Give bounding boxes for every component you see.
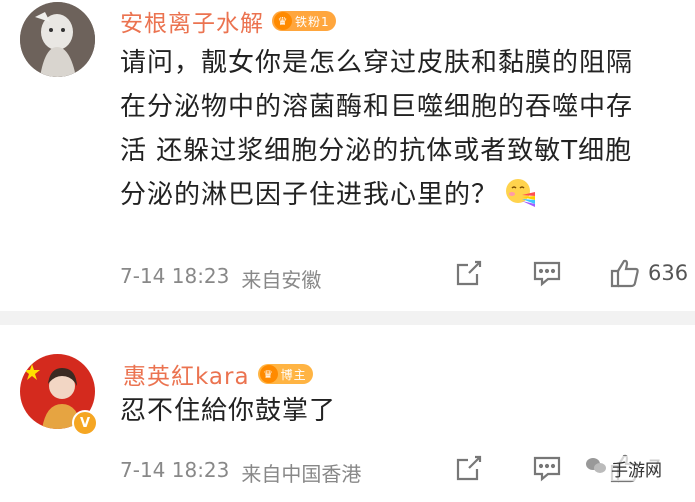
wechat-icon [585,457,607,480]
location: 来自中国香港 [241,462,362,486]
comment-text: 忍不住給你鼓掌了 [120,389,680,433]
username[interactable]: 惠英紅kara ♛ 博主 [123,357,313,391]
rainbow-vomit-emoji-icon [504,177,536,209]
like-count: 636 [648,261,689,285]
comment-line: 活 还躲过浆细胞分泌的抗体或者致敏T细胞 [120,136,633,166]
timestamp: 7-14 18:23 [120,264,230,288]
blogger-badge[interactable]: ♛ 博主 [257,364,313,384]
like-icon[interactable] [608,256,642,290]
comment-meta: 7-14 18:23 来自安徽 [120,264,321,293]
comment-divider [0,311,695,325]
username[interactable]: 安根离子水解 ♛ 铁粉1 [120,4,336,38]
fan-badge[interactable]: ♛ 铁粉1 [272,11,336,31]
badge-label: 铁粉1 [295,14,330,29]
comment-icon[interactable] [530,256,564,290]
comment-line: 请问，靓女你是怎么穿过皮肤和黏膜的阻隔 [120,48,634,78]
comment-line: 忍不住給你鼓掌了 [120,396,337,426]
avatar[interactable] [20,2,95,77]
username-text[interactable]: 安根离子水解 [120,4,264,38]
comment-actions: 636 [452,256,688,290]
comment-line: 在分泌物中的溶菌酶和巨噬细胞的吞噬中存 [120,92,634,122]
badge-label: 博主 [280,367,307,382]
comment-text: 请问，靓女你是怎么穿过皮肤和黏膜的阻隔 在分泌物中的溶菌酶和巨噬细胞的吞噬中存 … [120,41,680,217]
comment-icon[interactable] [530,451,564,485]
comment-line: 分泌的淋巴因子住进我心里的？ [120,173,680,217]
comment-card: 安根离子水解 ♛ 铁粉1 请问，靓女你是怎么穿过皮肤和黏膜的阻隔 在分泌物中的溶… [0,0,695,311]
share-icon[interactable] [452,256,486,290]
location: 来自安徽 [241,268,322,292]
username-text[interactable]: 惠英紅kara [123,357,250,391]
crown-icon: ♛ [274,12,292,30]
verified-badge-icon: V [72,410,98,436]
crown-icon: ♛ [259,365,278,383]
share-icon[interactable] [452,451,486,485]
watermark: 手游网 [585,456,662,481]
comment-meta: 7-14 18:23 来自中国香港 [120,458,361,487]
watermark-text: 手游网 [611,461,662,481]
timestamp: 7-14 18:23 [120,458,230,482]
